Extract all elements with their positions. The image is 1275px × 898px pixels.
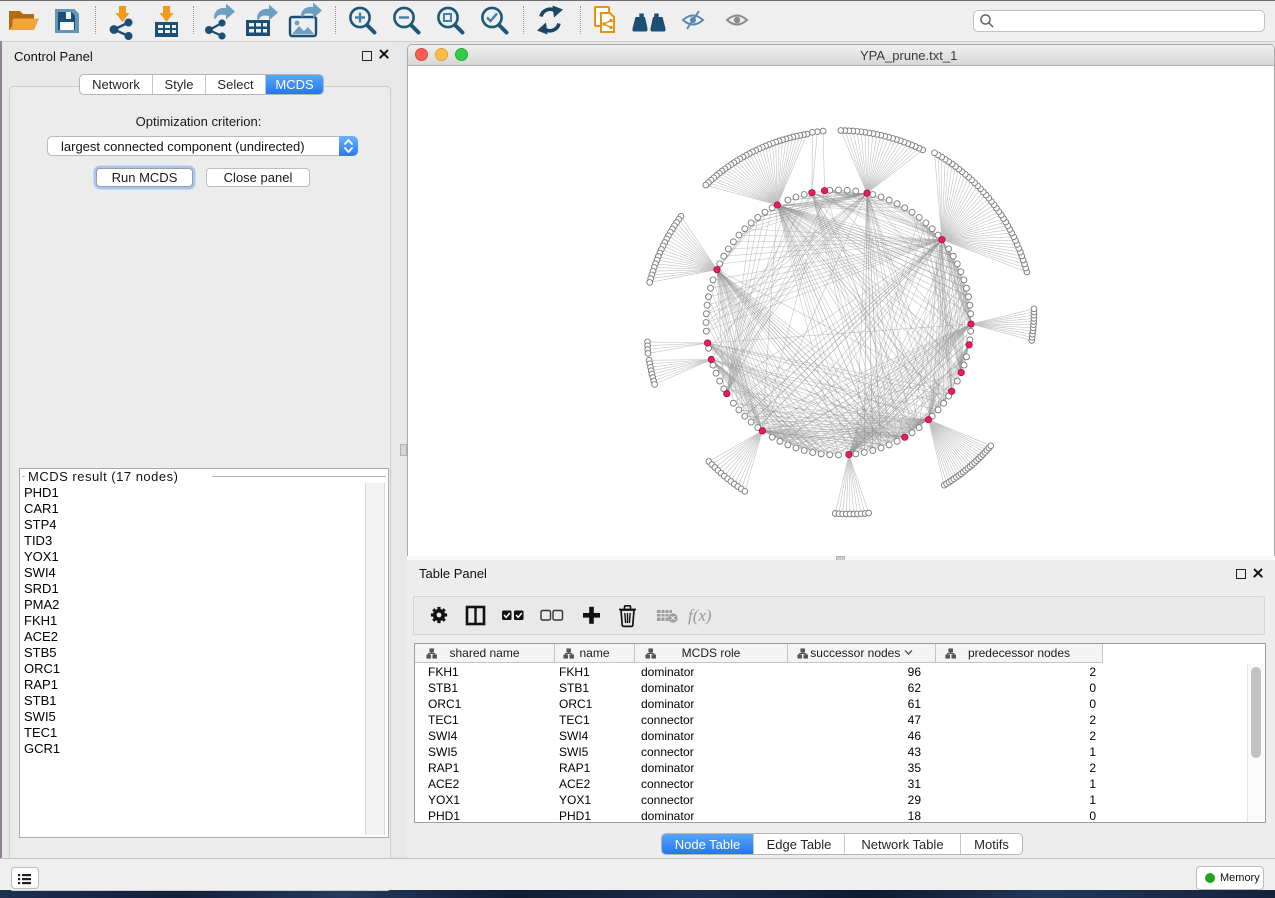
svg-text:f(x): f(x)	[688, 606, 712, 625]
